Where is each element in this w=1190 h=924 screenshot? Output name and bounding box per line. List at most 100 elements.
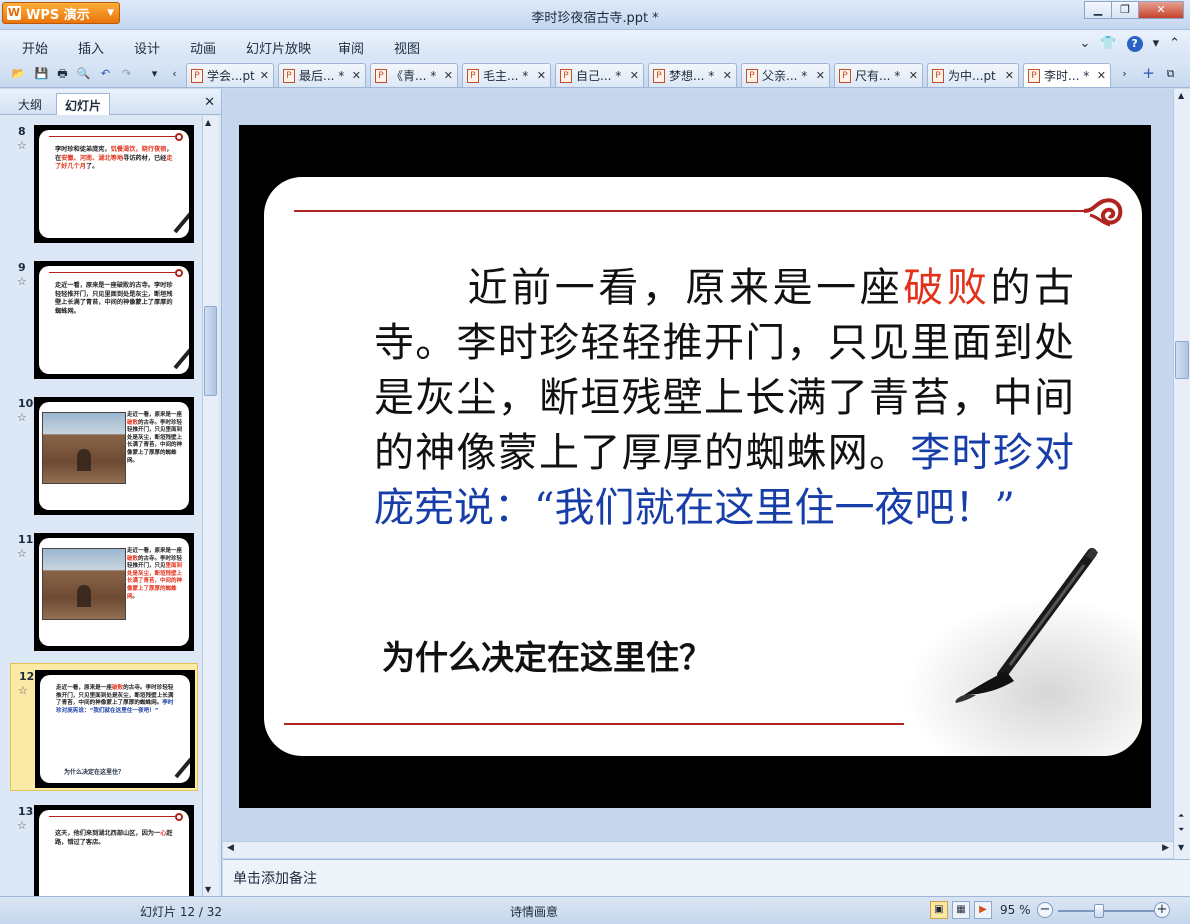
redo-icon[interactable]: ↷ xyxy=(118,65,135,82)
scroll-up-icon[interactable]: ▲ xyxy=(205,118,211,127)
thumbnail-card: 李时珍和徒弟庞宪，饥餐渴饮，晓行夜宿，在安徽、河南、湖北等地寻访药材，已经走了好… xyxy=(39,130,189,238)
zoom-slider-handle[interactable] xyxy=(1094,904,1104,918)
slide-thumbnail-list: 8 ☆ 李时珍和徒弟庞宪，饥餐渴饮，晓行夜宿，在安徽、河南、湖北等地寻访药材，已… xyxy=(0,116,204,896)
quick-access-dropdown-icon[interactable]: ▾ xyxy=(146,65,163,82)
thumbnail-text: 走近一看，原来是一座破败的古寺。李时珍轻轻推开门，只见里面到处是灰尘，断垣残壁上… xyxy=(127,412,183,464)
close-window-button[interactable]: ✕ xyxy=(1138,1,1184,19)
slide-thumbnail[interactable]: 8 ☆ 李时珍和徒弟庞宪，饥餐渴饮，晓行夜宿，在安徽、河南、湖北等地寻访药材，已… xyxy=(10,119,198,247)
menu-animation[interactable]: 动画 xyxy=(190,38,216,57)
horizontal-scrollbar[interactable]: ◀ ▶ xyxy=(223,841,1173,858)
slide-question[interactable]: 为什么决定在这里住？ xyxy=(382,631,712,679)
document-tab[interactable]: P 尺有... * ✕ xyxy=(834,63,923,87)
help-icon[interactable]: ? xyxy=(1126,36,1143,52)
slide-thumbnail-selected[interactable]: 12 ☆ 走近一看，原来是一座破败的古寺。李时珍轻轻推开门，只见里面到处是灰尘，… xyxy=(10,663,198,791)
slide-number: 10 xyxy=(18,397,34,410)
close-tab-icon[interactable]: ✕ xyxy=(1097,69,1106,82)
slide-thumbnail[interactable]: 9 ☆ 走近一看，原来是一座破败的古寺。李时珍轻轻推开门，只见里面到处是灰尘，断… xyxy=(10,255,198,383)
close-tab-icon[interactable]: ✕ xyxy=(630,69,639,82)
temple-photo xyxy=(42,548,126,620)
restore-icon[interactable]: ⧉ xyxy=(1162,65,1179,82)
undo-icon[interactable]: ↶ xyxy=(97,65,114,82)
slide-sorter-icon[interactable]: ▦ xyxy=(952,901,970,919)
animation-star-icon: ☆ xyxy=(17,275,27,288)
close-tab-icon[interactable]: ✕ xyxy=(537,69,546,82)
minimize-button[interactable]: ▁ xyxy=(1084,1,1112,19)
tab-outline[interactable]: 大纲 xyxy=(10,93,50,115)
menu-design[interactable]: 设计 xyxy=(134,38,160,57)
open-icon[interactable]: 📂 xyxy=(10,65,27,82)
skin-icon[interactable]: 👕 xyxy=(1100,36,1116,52)
new-tab-icon[interactable]: + xyxy=(1140,65,1157,82)
scroll-left-icon[interactable]: ◀ xyxy=(227,843,234,853)
menu-review[interactable]: 审阅 xyxy=(338,38,364,57)
scroll-down-icon[interactable]: ▼ xyxy=(1178,843,1184,852)
brush-icon xyxy=(173,207,189,234)
scroll-down-icon[interactable]: ▼ xyxy=(205,885,211,894)
slide-thumbnail[interactable]: 10 ☆ 走近一看，原来是一座破败的古寺。李时珍轻轻推开门，只见里面到处是灰尘，… xyxy=(10,391,198,519)
chevron-down-icon[interactable]: ⌄ xyxy=(1079,36,1090,52)
slide-thumbnail[interactable]: 13 ☆ 这天，他们来到湖北西部山区，因为一心赶路，错过了客店。 xyxy=(10,799,198,896)
document-tab[interactable]: P 学会...pt ✕ xyxy=(186,63,274,87)
notes-area[interactable]: 单击添加备注 xyxy=(223,859,1190,896)
vertical-scrollbar[interactable]: ▲ ⏶ ⏷ ▼ xyxy=(1173,89,1190,859)
brush-icon xyxy=(174,752,190,779)
document-tab[interactable]: P 自己... * ✕ xyxy=(555,63,644,87)
document-tab[interactable]: P 父亲... * ✕ xyxy=(741,63,830,87)
thumbnail-frame: 走近一看，原来是一座破败的古寺。李时珍轻轻推开门，只见里面到处是灰尘，断垣残壁上… xyxy=(34,533,194,651)
document-tab[interactable]: P 《青... * ✕ xyxy=(370,63,458,87)
ppt-file-icon: P xyxy=(283,68,295,83)
close-tab-icon[interactable]: ✕ xyxy=(260,69,269,82)
document-tab[interactable]: P 毛主... * ✕ xyxy=(462,63,551,87)
tab-scroll-left-icon[interactable]: ‹ xyxy=(166,65,183,82)
close-tab-icon[interactable]: ✕ xyxy=(444,69,453,82)
next-slide-icon[interactable]: ⏷ xyxy=(1178,825,1184,835)
ppt-file-icon: P xyxy=(375,68,387,83)
save-icon[interactable]: 💾 xyxy=(33,65,50,82)
slide-thumbnail[interactable]: 11 ☆ 走近一看，原来是一座破败的古寺。李时珍轻轻推开门，只见里面到处是灰尘，… xyxy=(10,527,198,655)
status-bar: 幻灯片 12 / 32 诗情画意 ▣ ▦ ▶ 95 % − + xyxy=(0,896,1190,924)
zoom-slider[interactable] xyxy=(1058,910,1154,912)
scroll-right-icon[interactable]: ▶ xyxy=(1162,843,1169,853)
chevron-down-icon[interactable]: ▾ xyxy=(1153,36,1160,52)
zoom-out-button[interactable]: − xyxy=(1037,902,1053,918)
thumbnail-text: 走近一看，原来是一座破败的古寺。李时珍轻轻推开门，只见里面到处是灰尘，断垣残壁上… xyxy=(55,282,173,315)
tab-scroll-right-icon[interactable]: › xyxy=(1116,65,1133,82)
slide-body-text[interactable]: 近前一看，原来是一座破败的古寺。李时珍轻轻推开门，只见里面到处是灰尘，断垣残壁上… xyxy=(374,261,1074,536)
tab-slides[interactable]: 幻灯片 xyxy=(56,93,111,115)
normal-view-icon[interactable]: ▣ xyxy=(930,901,948,919)
print-preview-icon[interactable]: 🔍 xyxy=(75,65,92,82)
close-icon[interactable]: ✕ xyxy=(204,95,215,110)
close-tab-icon[interactable]: ✕ xyxy=(352,69,361,82)
panel-scrollbar[interactable]: ▲ ▼ xyxy=(202,116,218,896)
ppt-file-icon: P xyxy=(932,68,944,83)
maximize-button[interactable]: ❐ xyxy=(1111,1,1139,19)
close-tab-icon[interactable]: ✕ xyxy=(1005,69,1014,82)
scroll-thumb[interactable] xyxy=(1175,341,1189,379)
zoom-in-button[interactable]: + xyxy=(1154,902,1170,918)
close-tab-icon[interactable]: ✕ xyxy=(723,69,732,82)
slide-canvas[interactable]: 近前一看，原来是一座破败的古寺。李时珍轻轻推开门，只见里面到处是灰尘，断垣残壁上… xyxy=(239,125,1151,808)
slideshow-icon[interactable]: ▶ xyxy=(974,901,992,919)
document-tab[interactable]: P 最后... * ✕ xyxy=(278,63,366,87)
thumbnail-card: 走近一看，原来是一座破败的古寺。李时珍轻轻推开门，只见里面到处是灰尘，断垣残壁上… xyxy=(39,402,189,510)
menu-right-tools: ⌄ 👕 ? ▾ ⌃ xyxy=(1079,36,1180,52)
menu-start[interactable]: 开始 xyxy=(22,38,48,57)
panel-tabs: 大纲 幻灯片 ✕ xyxy=(0,89,221,115)
document-tab[interactable]: P 梦想... * ✕ xyxy=(648,63,737,87)
menu-view[interactable]: 视图 xyxy=(394,38,420,57)
ppt-file-icon: P xyxy=(560,68,572,83)
scroll-up-icon[interactable]: ▲ xyxy=(1178,91,1184,100)
document-tab[interactable]: P 为中...pt ✕ xyxy=(927,63,1019,87)
menu-slideshow[interactable]: 幻灯片放映 xyxy=(246,38,311,57)
print-icon[interactable]: 🖶 xyxy=(54,65,71,82)
prev-slide-icon[interactable]: ⏶ xyxy=(1178,811,1184,821)
ppt-file-icon: P xyxy=(653,68,665,83)
collapse-ribbon-icon[interactable]: ⌃ xyxy=(1169,36,1180,52)
window-controls: ▁ ❐ ✕ xyxy=(1084,1,1184,19)
scroll-thumb[interactable] xyxy=(204,306,217,396)
close-tab-icon[interactable]: ✕ xyxy=(909,69,918,82)
title-bar: W WPS 演示 ▼ 李时珍夜宿古寺.ppt * ▁ ❐ ✕ xyxy=(0,0,1190,30)
menu-insert[interactable]: 插入 xyxy=(78,38,104,57)
document-tab-active[interactable]: P 李时... * ✕ xyxy=(1023,63,1111,87)
close-tab-icon[interactable]: ✕ xyxy=(816,69,825,82)
